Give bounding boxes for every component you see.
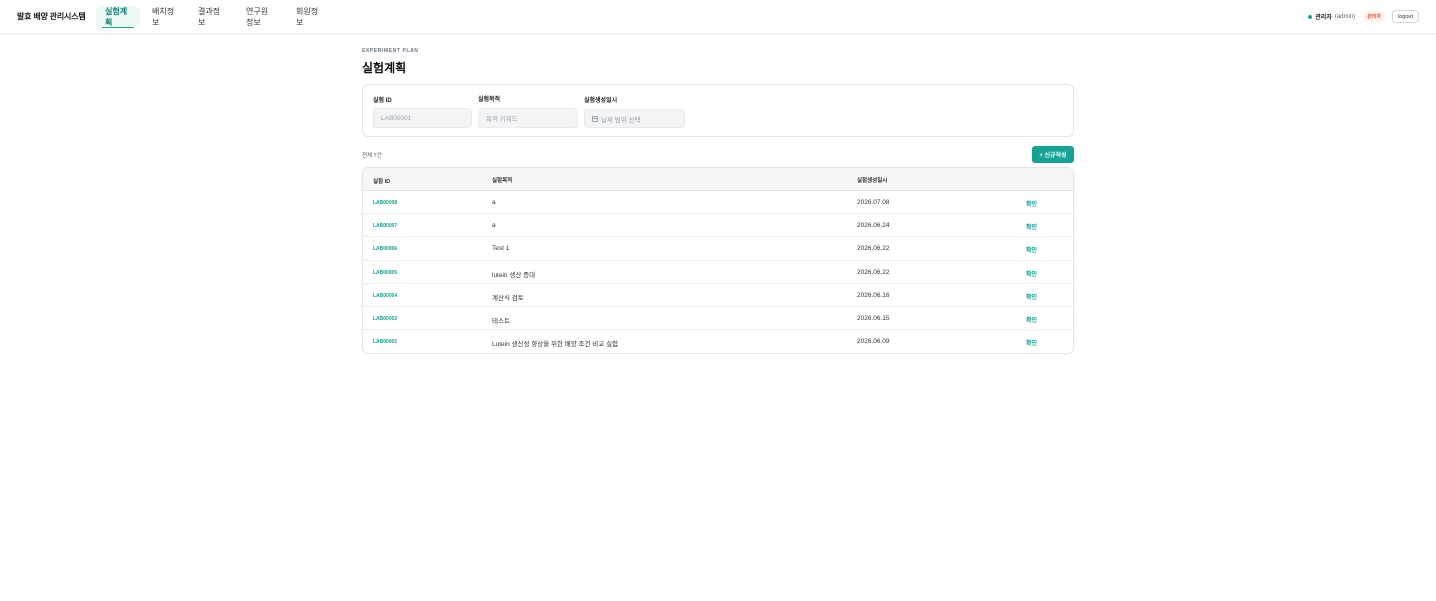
view-button[interactable]: 확인 xyxy=(1026,338,1037,347)
experiment-id-link[interactable]: LAB00002 xyxy=(373,316,397,322)
experiment-id-link[interactable]: LAB00005 xyxy=(373,270,397,276)
view-button[interactable]: 확인 xyxy=(1026,292,1037,301)
experiment-id-link[interactable]: LAB00008 xyxy=(373,200,397,206)
experiment-date: 2026.06.15 xyxy=(857,314,890,322)
nav-tab-result-info[interactable]: 결과정보 xyxy=(189,6,233,27)
filter-purpose: 실험목적 목적 키워드 xyxy=(478,94,578,128)
table-row[interactable]: LAB00008 a 2026.07.08 확인 xyxy=(363,191,1073,215)
user-area: 관리자 (admin) 관리자 logout xyxy=(1308,10,1419,23)
table-row[interactable]: LAB00007 a 2026.06.24 확인 xyxy=(363,214,1073,238)
column-header-id: 실험 ID xyxy=(373,179,391,185)
table-body: LAB00008 a 2026.07.08 확인 LAB00007 a 2026… xyxy=(363,191,1073,353)
experiment-date: 2026.06.22 xyxy=(857,245,890,253)
created-date-label: 실험생성일시 xyxy=(584,98,618,104)
view-button[interactable]: 확인 xyxy=(1026,199,1037,208)
experiment-date: 2026.07.08 xyxy=(857,199,890,206)
main-nav: 실험계획 배치정보 결과정보 연구원정보 회원정보 xyxy=(96,6,331,28)
online-status-icon xyxy=(1308,14,1313,19)
new-experiment-button[interactable]: + 신규작성 xyxy=(1032,146,1074,163)
column-header-purpose: 실험목적 xyxy=(492,178,513,184)
table-header: 실험 ID 실험목적 실험생성일시 xyxy=(363,168,1073,191)
view-button[interactable]: 확인 xyxy=(1026,269,1037,278)
experiment-id-input[interactable]: LAB00001 xyxy=(373,108,472,128)
role-badge: 관리자 xyxy=(1364,11,1384,22)
experiment-purpose: a xyxy=(492,199,496,206)
experiment-id-link[interactable]: LAB00007 xyxy=(373,223,397,229)
view-button[interactable]: 확인 xyxy=(1026,222,1037,231)
page-title: 실험계획 xyxy=(362,61,407,75)
logout-button[interactable]: logout xyxy=(1392,10,1419,23)
user-name: 관리자 xyxy=(1315,15,1332,21)
purpose-input[interactable]: 목적 키워드 xyxy=(478,108,578,128)
page-eyebrow: EXPERIMENT PLAN xyxy=(362,48,419,54)
main-content: EXPERIMENT PLAN 실험계획 실험 ID LAB00001 실험목적… xyxy=(362,48,1074,355)
date-range-input[interactable]: 날짜 범위 선택 xyxy=(584,109,685,128)
calendar-icon xyxy=(592,115,598,122)
experiment-purpose: a xyxy=(492,222,496,230)
table-row[interactable]: LAB00006 Test 1 2026.06.22 확인 xyxy=(363,237,1073,261)
experiment-purpose: Test 1 xyxy=(492,245,510,253)
experiment-purpose: 계산식 검토 xyxy=(492,294,524,302)
experiment-date: 2026.06.09 xyxy=(857,338,890,346)
app-brand[interactable]: 발효 배양 관리시스템 xyxy=(17,11,86,22)
nav-tab-member-info[interactable]: 회원정보 xyxy=(287,6,331,27)
experiment-purpose: Lutein 생산성 향상을 위한 배양 조건 비교 실험 xyxy=(492,341,619,349)
total-count: 전체 7건 xyxy=(362,153,382,159)
experiment-date: 2026.06.16 xyxy=(857,291,890,299)
filter-experiment-id: 실험 ID LAB00001 xyxy=(373,95,472,128)
table-row[interactable]: LAB00002 테스트 2026.06.15 확인 xyxy=(363,307,1073,331)
view-button[interactable]: 확인 xyxy=(1026,315,1037,324)
user-id: (admin) xyxy=(1334,13,1356,20)
nav-tab-batch-info[interactable]: 배치정보 xyxy=(143,6,185,27)
nav-tab-researcher-info[interactable]: 연구원정보 xyxy=(237,6,283,27)
table-row[interactable]: LAB00001 Lutein 생산성 향상을 위한 배양 조건 비교 실험 2… xyxy=(363,330,1073,353)
table-row[interactable]: LAB00004 계산식 검토 2026.06.16 확인 xyxy=(363,284,1073,307)
nav-tab-experiment-plan[interactable]: 실험계획 xyxy=(96,6,140,28)
experiment-id-link[interactable]: LAB00004 xyxy=(373,293,397,299)
experiment-id-link[interactable]: LAB00001 xyxy=(373,339,397,345)
experiment-id-label: 실험 ID xyxy=(373,98,392,104)
experiment-date: 2026.06.24 xyxy=(857,222,890,230)
date-range-placeholder: 날짜 범위 선택 xyxy=(601,116,641,124)
filter-panel: 실험 ID LAB00001 실험목적 목적 키워드 실험생성일시 날짜 범위 … xyxy=(362,84,1074,137)
experiment-date: 2026.06.22 xyxy=(857,268,890,276)
purpose-label: 실험목적 xyxy=(478,97,501,103)
table-row[interactable]: LAB00005 lutein 생산 증대 2026.06.22 확인 xyxy=(363,261,1073,284)
view-button[interactable]: 확인 xyxy=(1026,245,1037,254)
experiment-purpose: 테스트 xyxy=(492,317,510,325)
top-navigation-bar: 발효 배양 관리시스템 실험계획 배치정보 결과정보 연구원정보 회원정보 관리… xyxy=(0,0,1436,34)
experiment-table: 실험 ID 실험목적 실험생성일시 LAB00008 a 2026.07.08 … xyxy=(362,167,1074,355)
experiment-id-link[interactable]: LAB00006 xyxy=(373,246,397,252)
column-header-date: 실험생성일시 xyxy=(857,178,888,184)
filter-created-date: 실험생성일시 날짜 범위 선택 xyxy=(584,95,685,128)
list-toolbar: 전체 7건 + 신규작성 xyxy=(362,146,1074,164)
experiment-purpose: lutein 생산 증대 xyxy=(492,271,536,279)
